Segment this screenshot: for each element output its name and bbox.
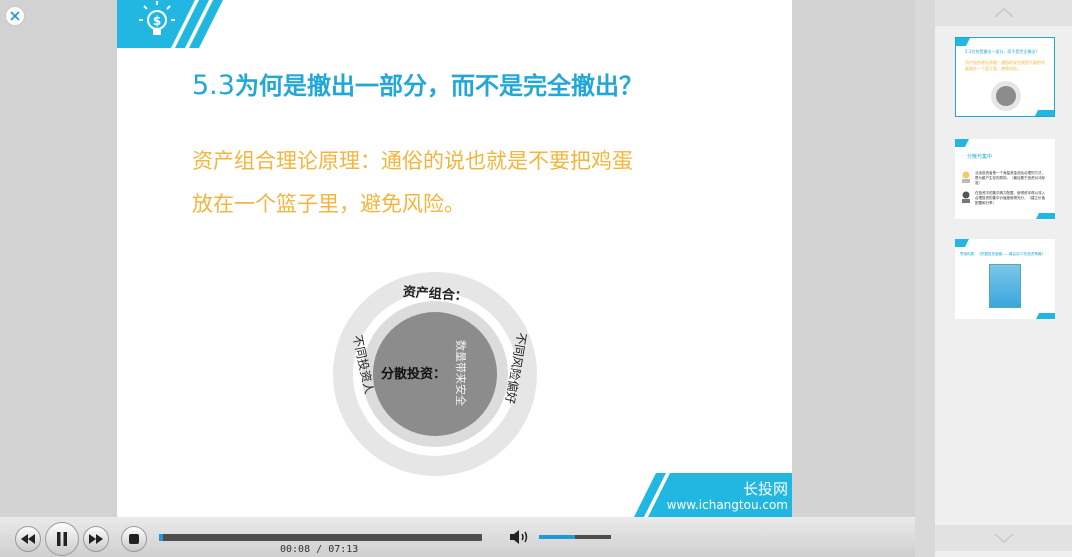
slide-title-number: 5.3 xyxy=(192,70,235,101)
slide-body-line: 放在一个篮子里，避免风险。 xyxy=(192,192,465,216)
brand-name: 长投网 xyxy=(742,480,788,498)
fast-forward-button[interactable] xyxy=(83,526,109,552)
thumb-body: 资产组合理论原理：通俗的说也就是不要把鸡蛋放在一个篮子里，避免风险。 xyxy=(965,60,1045,71)
thumb-title: 分散与集中 xyxy=(967,154,993,160)
current-time: 00:08 xyxy=(280,544,311,555)
thumbnail-panel: 5.3为何是撤出一部分，而不是完全撤出？ 资产组合理论原理：通俗的说也就是不要把… xyxy=(935,0,1072,557)
chevron-down-icon xyxy=(994,533,1013,543)
player-controls: 00:08 / 07:13 xyxy=(0,517,915,557)
volume-slider[interactable] xyxy=(539,535,611,539)
thumb-corner-decoration xyxy=(955,139,969,147)
slide-title: 5.3为何是撤出一部分，而不是完全撤出？ xyxy=(192,66,643,101)
svg-text:$: $ xyxy=(153,14,161,28)
pause-button[interactable] xyxy=(45,522,79,556)
book-cover-image xyxy=(989,264,1021,308)
video-stage: $ 5.3为何是撤出一部分，而不是完全撤出？ 资产组合理论原理：通俗的说也就是不… xyxy=(0,0,915,557)
stop-button[interactable] xyxy=(121,526,147,552)
thumb-title: 5.3为何是撤出一部分，而不是完全撤出？ xyxy=(965,49,1040,54)
diagram-center-label: 分散投资： xyxy=(381,366,446,382)
slide-thumbnail-1[interactable]: 5.3为何是撤出一部分，而不是完全撤出？ 资产组合理论原理：通俗的说也就是不要把… xyxy=(955,37,1055,117)
time-display: 00:08 / 07:13 xyxy=(280,544,358,555)
slide-thumbnail-3[interactable]: 思维拓展：《挖掘投资宝藏——最会买ST的投资策略》 xyxy=(955,239,1055,319)
fast-forward-icon xyxy=(89,534,103,544)
avatar-icon xyxy=(962,171,970,183)
time-separator: / xyxy=(316,544,323,555)
brand-url: www.ichangtou.com xyxy=(666,498,788,512)
thumb-title: 思维拓展：《挖掘投资宝藏——最会买ST的投资策略》 xyxy=(960,252,1045,256)
thumb-row: 在投资中的集中精力配置，使得资本得以流入合理投资的集中价值度使得充分，（建立价值… xyxy=(975,191,1045,205)
thumb-brand-corner xyxy=(1035,110,1054,116)
progress-bar[interactable] xyxy=(159,534,482,541)
thumb-diagram xyxy=(991,81,1021,111)
thumb-brand-corner xyxy=(1036,313,1055,319)
slide-body: 资产组合理论原理：通俗的说也就是不要把鸡蛋 放在一个篮子里，避免风险。 xyxy=(192,140,692,226)
volume-fill xyxy=(539,535,575,539)
close-button[interactable] xyxy=(5,6,25,26)
thumb-corner-decoration xyxy=(956,38,970,46)
scroll-up-button[interactable] xyxy=(935,0,1072,26)
brand-watermark: 长投网 www.ichangtou.com xyxy=(667,480,788,513)
chevron-up-icon xyxy=(994,8,1013,18)
volume-icon[interactable] xyxy=(510,530,530,544)
slide-corner-decoration: $ xyxy=(117,0,223,48)
stop-icon xyxy=(129,534,139,544)
slide-title-text: 为何是撤出一部分，而不是完全撤出？ xyxy=(234,72,643,100)
diagram-center-vertical: 数量带来安全 xyxy=(454,340,468,406)
progress-fill xyxy=(159,534,163,541)
close-icon xyxy=(10,11,20,21)
avatar-icon xyxy=(962,191,970,203)
thumb-brand-corner xyxy=(1036,213,1055,219)
scroll-down-button[interactable] xyxy=(935,525,1072,551)
slide: $ 5.3为何是撤出一部分，而不是完全撤出？ 资产组合理论原理：通俗的说也就是不… xyxy=(117,0,792,517)
pause-icon xyxy=(57,532,67,546)
rewind-icon xyxy=(21,534,35,544)
rewind-button[interactable] xyxy=(15,526,41,552)
slide-body-line: 资产组合理论原理：通俗的说也就是不要把鸡蛋 xyxy=(192,149,633,173)
slide-thumbnail-2[interactable]: 分散与集中 业余投资者是一个海量资金池及合理的方式，是为散户生存的原则。（最佳基… xyxy=(955,139,1055,219)
total-time: 07:13 xyxy=(328,544,359,555)
portfolio-diagram: 资产组合： 不同投资人 不同风险偏好 分散投资： 数量带来安全 xyxy=(333,272,537,476)
thumb-row: 业余投资者是一个海量资金池及合理的方式，是为散户生存的原则。（最佳基于投资对冲标… xyxy=(975,171,1045,185)
thumb-corner-decoration xyxy=(955,239,969,247)
